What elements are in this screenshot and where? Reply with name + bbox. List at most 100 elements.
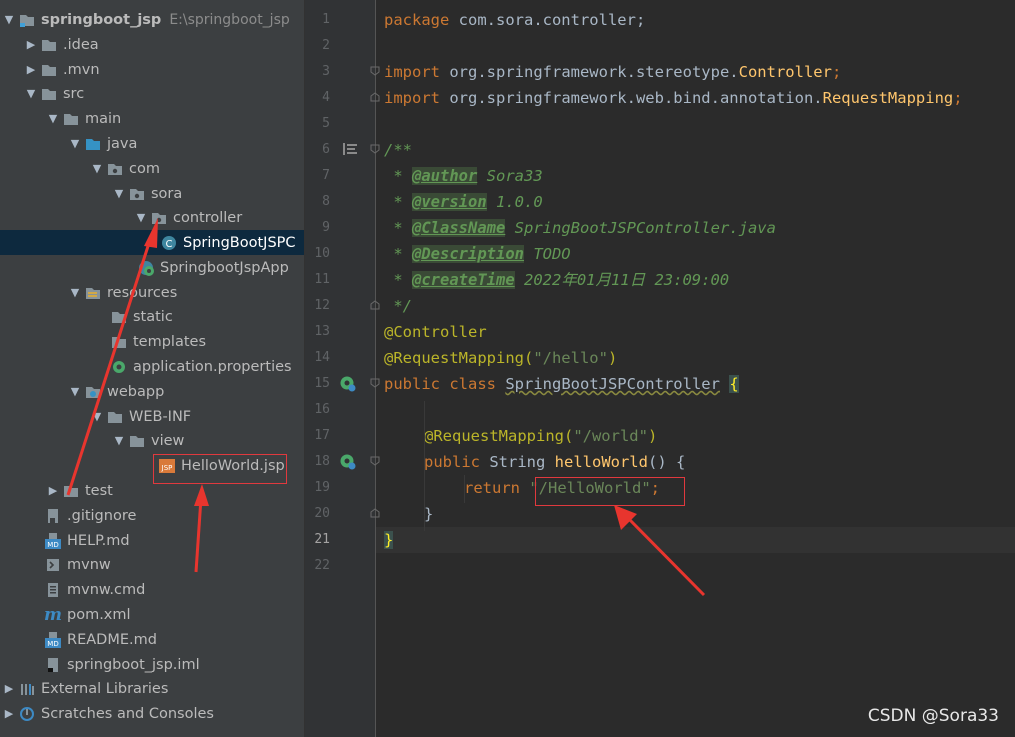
fold-icon[interactable] xyxy=(370,508,380,518)
collapse-arrow-icon[interactable]: ▶ xyxy=(44,484,62,497)
imported-class: Controller xyxy=(738,63,832,81)
code-line[interactable]: */ xyxy=(384,293,412,319)
tree-item-app-props[interactable]: application.properties xyxy=(0,354,304,379)
expand-arrow-icon[interactable]: ▼ xyxy=(22,87,40,100)
tree-item-sora[interactable]: ▼ sora xyxy=(0,181,304,206)
line-number: 10 xyxy=(314,246,330,261)
string-literal: "/world" xyxy=(573,427,648,445)
code-line[interactable]: public class SpringBootJSPController { xyxy=(384,371,739,397)
annotation: ) xyxy=(607,349,618,367)
expand-arrow-icon[interactable]: ▼ xyxy=(88,162,106,175)
tree-item-help[interactable]: MD HELP.md xyxy=(0,528,304,553)
doc-tag: @ClassName xyxy=(412,219,506,237)
code-line[interactable]: * @version 1.0.0 xyxy=(384,189,543,215)
tree-item-view[interactable]: ▼ view xyxy=(0,428,304,453)
fold-icon[interactable] xyxy=(370,92,380,102)
tree-item-main[interactable]: ▼ main xyxy=(0,106,304,131)
code-line[interactable]: @RequestMapping("/world") xyxy=(424,423,657,449)
tree-label: resources xyxy=(107,284,178,301)
code-line[interactable]: /** xyxy=(384,137,412,163)
tree-item-gitignore[interactable]: .gitignore xyxy=(0,503,304,528)
doc-tag: @version xyxy=(412,193,487,211)
gitignore-file-icon xyxy=(44,508,62,524)
code-line[interactable]: import org.springframework.stereotype.Co… xyxy=(384,59,841,85)
code-line[interactable]: * @ClassName SpringBootJSPController.jav… xyxy=(384,215,776,241)
tree-item-mvnwcmd[interactable]: mvnw.cmd xyxy=(0,577,304,602)
line-number: 3 xyxy=(322,64,330,79)
expand-arrow-icon[interactable]: ▼ xyxy=(44,112,62,125)
tree-item-mvn[interactable]: ▶ .mvn xyxy=(0,57,304,82)
tree-item-java[interactable]: ▼ java xyxy=(0,131,304,156)
gutter-separator xyxy=(375,0,376,737)
code-line[interactable]: } xyxy=(424,501,433,527)
tree-item-iml[interactable]: springboot_jsp.iml xyxy=(0,652,304,677)
tree-item-controller[interactable]: ▼ controller xyxy=(0,205,304,230)
code-line-current[interactable]: } xyxy=(384,527,394,553)
expand-arrow-icon[interactable]: ▼ xyxy=(88,410,106,423)
resources-folder-icon xyxy=(84,285,102,301)
tree-item-resources[interactable]: ▼ resources xyxy=(0,280,304,305)
code-text: String xyxy=(480,453,555,471)
tree-item-mvnw[interactable]: mvnw xyxy=(0,552,304,577)
web-folder-icon xyxy=(84,384,102,400)
tree-item-static[interactable]: static xyxy=(0,304,304,329)
fold-icon[interactable] xyxy=(370,300,380,310)
doc-tag: @author xyxy=(412,167,478,185)
code-line[interactable]: * @createTime 2022年01月11日 23:09:00 xyxy=(384,267,729,293)
fold-icon[interactable] xyxy=(370,456,380,466)
tree-label: Scratches and Consoles xyxy=(41,705,214,722)
expand-arrow-icon[interactable]: ▼ xyxy=(132,211,150,224)
tree-item-webapp[interactable]: ▼ webapp xyxy=(0,379,304,404)
maven-icon-glyph: m xyxy=(44,604,62,625)
collapse-arrow-icon[interactable]: ▶ xyxy=(0,682,18,695)
line-number: 2 xyxy=(322,38,330,53)
expand-arrow-icon[interactable]: ▼ xyxy=(66,286,84,299)
collapse-arrow-icon[interactable]: ▶ xyxy=(22,38,40,51)
tree-item-src[interactable]: ▼ src xyxy=(0,81,304,106)
line-number: 22 xyxy=(314,558,330,573)
tree-item-controller-class[interactable]: C SpringBootJSPC xyxy=(0,230,304,255)
code-line[interactable]: public String helloWorld() { xyxy=(424,449,685,475)
line-number: 9 xyxy=(322,220,330,235)
package-icon xyxy=(150,210,168,226)
expand-arrow-icon[interactable]: ▼ xyxy=(0,13,18,26)
code-line[interactable]: @Controller xyxy=(384,319,487,345)
tree-root[interactable]: ▼ springboot_jsp E:\springboot_jsp xyxy=(0,7,304,32)
expand-arrow-icon[interactable]: ▼ xyxy=(66,385,84,398)
spring-bean-gutter-icon[interactable] xyxy=(339,375,357,393)
tree-item-pom[interactable]: m pom.xml xyxy=(0,602,304,627)
tree-item-com[interactable]: ▼ com xyxy=(0,156,304,181)
markdown-file-icon: MD xyxy=(44,631,62,648)
tree-item-templates[interactable]: templates xyxy=(0,329,304,354)
request-mapping-gutter-icon[interactable] xyxy=(339,453,357,471)
tree-item-external-libraries[interactable]: ▶ External Libraries xyxy=(0,676,304,701)
text-file-icon xyxy=(44,582,62,598)
folder-icon xyxy=(106,409,124,425)
module-file-icon xyxy=(44,657,62,673)
code-line[interactable]: import org.springframework.web.bind.anno… xyxy=(384,85,963,111)
rendered-doc-icon[interactable] xyxy=(343,143,357,155)
tree-label: controller xyxy=(173,209,243,226)
expand-arrow-icon[interactable]: ▼ xyxy=(110,434,128,447)
tree-item-app-class[interactable]: SpringbootJspApp xyxy=(0,255,304,280)
line-number: 4 xyxy=(322,90,330,105)
fold-icon[interactable] xyxy=(370,144,380,154)
code-line[interactable]: package com.sora.controller; xyxy=(384,7,645,33)
expand-arrow-icon[interactable]: ▼ xyxy=(66,137,84,150)
expand-arrow-icon[interactable]: ▼ xyxy=(110,187,128,200)
fold-icon[interactable] xyxy=(370,378,380,388)
fold-icon[interactable] xyxy=(370,66,380,76)
doc-prefix: * xyxy=(384,245,412,263)
tree-item-readme[interactable]: MD README.md xyxy=(0,627,304,652)
collapse-arrow-icon[interactable]: ▶ xyxy=(0,707,18,720)
line-number: 12 xyxy=(314,298,330,313)
code-line[interactable]: @RequestMapping("/hello") xyxy=(384,345,617,371)
code-line[interactable]: * @Description TODO xyxy=(384,241,571,267)
collapse-arrow-icon[interactable]: ▶ xyxy=(22,63,40,76)
properties-file-icon xyxy=(110,359,128,375)
tree-item-scratches[interactable]: ▶ Scratches and Consoles xyxy=(0,701,304,726)
tree-item-idea[interactable]: ▶ .idea xyxy=(0,32,304,57)
line-number: 7 xyxy=(322,168,330,183)
tree-item-webinf[interactable]: ▼ WEB-INF xyxy=(0,404,304,429)
code-line[interactable]: * @author Sora33 xyxy=(384,163,543,189)
